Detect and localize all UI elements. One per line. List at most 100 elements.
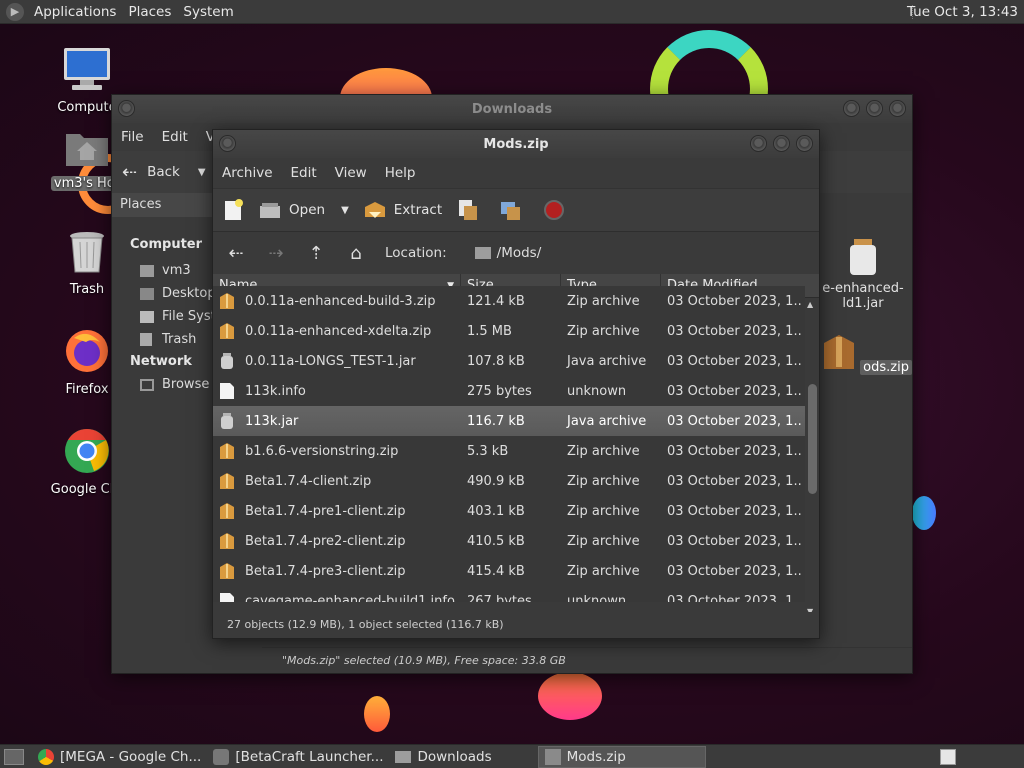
menu-applications[interactable]: Applications (28, 4, 122, 20)
top-panel: ▶ Applications Places System Tue Oct 3, … (0, 0, 1024, 24)
close-button[interactable] (889, 100, 906, 117)
menu-edit[interactable]: Edit (153, 129, 197, 145)
scroll-up-arrow-icon[interactable]: ▲ (807, 300, 813, 309)
open-dropdown-icon[interactable]: ▼ (341, 205, 349, 216)
file-date-cell: 03 October 2023, 1... (667, 323, 801, 339)
menu-help[interactable]: Help (376, 165, 425, 181)
firefox-icon (66, 330, 108, 372)
window-menu-icon[interactable] (219, 135, 236, 152)
vertical-scrollbar[interactable]: ▲ ▼ (805, 300, 819, 616)
file-size-cell: 116.7 kB (467, 413, 525, 429)
task-label: [BetaCraft Launcher... (235, 748, 384, 765)
file-type-cell: Zip archive (567, 503, 640, 519)
forward-arrow-icon[interactable]: ⇢ (259, 238, 293, 268)
file-date-cell: 03 October 2023, 1... (667, 443, 801, 459)
file-row[interactable]: 0.0.11a-enhanced-xdelta.zip 1.5 MB Zip arc… (213, 316, 805, 346)
task-label: Mods.zip (566, 748, 626, 765)
file-size-cell: 107.8 kB (467, 353, 525, 369)
file-row[interactable]: 0.0.11a-LONGS_TEST-1.jar 107.8 kB Java arc… (213, 346, 805, 376)
add-files-button[interactable] (456, 198, 487, 222)
archive-window[interactable]: Mods.zip Archive Edit View Help Open ▼ E… (212, 129, 820, 639)
menu-system[interactable]: System (177, 4, 239, 20)
location-path[interactable]: /Mods/ (497, 245, 542, 261)
window-menu-icon[interactable] (118, 100, 135, 117)
maximize-button[interactable] (866, 100, 883, 117)
archive-titlebar[interactable]: Mods.zip (213, 130, 819, 158)
file-row[interactable]: 113k.info 275 bytes unknown 03 October 2023… (213, 376, 805, 406)
task-label: Downloads (417, 748, 492, 765)
downloads-statusbar: "Mods.zip" selected (10.9 MB), Free spac… (262, 647, 912, 673)
task-chrome[interactable]: [MEGA - Google Ch... (32, 746, 207, 768)
archive-toolbar: Open ▼ Extract (213, 188, 819, 232)
menu-file[interactable]: File (112, 129, 153, 145)
maximize-button[interactable] (773, 135, 790, 152)
task-label: [MEGA - Google Ch... (60, 748, 202, 765)
file-name: Beta1.7.4-pre2-client.zip (245, 533, 406, 549)
chrome-icon (38, 748, 54, 765)
show-desktop-icon[interactable] (4, 748, 24, 765)
task-downloads[interactable]: Downloads (389, 746, 497, 768)
menu-edit[interactable]: Edit (282, 165, 326, 181)
file-row[interactable]: 0.0.11a-enhanced-build-3.zip 121.4 kB Zip … (213, 286, 805, 316)
stop-icon (544, 200, 565, 220)
sidebar-item-label: vm3 (162, 263, 191, 278)
add-folder-icon (501, 202, 521, 220)
desktop-icon (140, 287, 154, 300)
open-button[interactable]: Open ▼ (258, 198, 349, 222)
wallpaper-orange-dot (364, 696, 390, 732)
file-item-jar[interactable]: e-enhanced- ld1.jar (808, 237, 918, 311)
extract-button[interactable]: Extract (363, 198, 442, 222)
task-betacraft[interactable]: [BetaCraft Launcher... (207, 746, 389, 768)
downloads-title: Downloads (471, 101, 553, 117)
stop-button[interactable] (542, 198, 573, 222)
file-name-cell: 0.0.11a-enhanced-build-3.zip (213, 292, 461, 310)
back-button[interactable]: ⇠ Back ▼ (122, 162, 206, 183)
minimize-button[interactable] (750, 135, 767, 152)
file-row[interactable]: Beta1.7.4-pre1-client.zip 403.1 kB Zip arc… (213, 496, 805, 526)
file-name: cavegame-enhanced-build1.info (245, 593, 455, 603)
file-type-cell: Zip archive (567, 473, 640, 489)
downloads-titlebar[interactable]: Downloads (112, 95, 912, 123)
menu-archive[interactable]: Archive (213, 165, 282, 181)
menu-places[interactable]: Places (122, 4, 177, 20)
close-button[interactable] (796, 135, 813, 152)
trash-small-icon (140, 333, 152, 346)
file-row[interactable]: 113k.jar 116.7 kB Java archive 03 October 2… (213, 406, 805, 436)
location-bar: ⇠ ⇢ ⇡ ⌂ Location: /Mods/ (213, 232, 819, 274)
home-icon[interactable]: ⌂ (339, 238, 373, 268)
minimize-button[interactable] (843, 100, 860, 117)
file-date-cell: 03 October 2023, 1... (667, 293, 801, 309)
task-mods-zip[interactable]: Mods.zip (537, 745, 706, 768)
menu-logo-icon[interactable]: ▶ (6, 2, 24, 21)
back-dropdown-icon[interactable]: ▼ (198, 167, 206, 178)
file-date-cell: 03 October 2023, 1... (667, 593, 801, 603)
file-name: 0.0.11a-enhanced-build-3.zip (245, 293, 436, 309)
file-size-cell: 415.4 kB (467, 563, 525, 579)
sidebar-item-label: Trash (162, 332, 197, 347)
home-folder-icon (66, 134, 108, 166)
back-arrow-icon[interactable]: ⇠ (219, 238, 253, 268)
archive-title: Mods.zip (483, 136, 549, 152)
file-date-cell: 03 October 2023, 1... (667, 353, 801, 369)
archive-status-text: 27 objects (12.9 MB), 1 object selected … (227, 618, 504, 631)
file-row[interactable]: cavegame-enhanced-build1.info 267 bytes un… (213, 586, 805, 602)
menu-view[interactable]: View (326, 165, 376, 181)
file-row[interactable]: Beta1.7.4-client.zip 490.9 kB Zip archive 0… (213, 466, 805, 496)
file-row[interactable]: Beta1.7.4-pre2-client.zip 410.5 kB Zip arc… (213, 526, 805, 556)
up-arrow-icon[interactable]: ⇡ (299, 238, 333, 268)
add-folder-button[interactable] (499, 198, 530, 222)
archive-menubar: Archive Edit View Help (213, 158, 819, 188)
file-icon (220, 383, 234, 399)
file-row[interactable]: Beta1.7.4-pre3-client.zip 415.4 kB Zip arc… (213, 556, 805, 586)
folder-icon (395, 750, 412, 763)
file-item-label: e-enhanced- ld1.jar (822, 281, 904, 311)
file-item-zip[interactable]: ods.zip (812, 333, 922, 375)
add-files-icon (459, 200, 478, 220)
new-archive-button[interactable] (221, 198, 252, 222)
workspace-switcher[interactable] (940, 749, 956, 765)
scrollbar-thumb[interactable] (808, 384, 817, 494)
network-icon (140, 378, 154, 391)
file-type-cell: unknown (567, 383, 627, 399)
panel-clock[interactable]: Tue Oct 3, 13:43 (907, 4, 1018, 20)
file-row[interactable]: b1.6.6-versionstring.zip 5.3 kB Zip archiv… (213, 436, 805, 466)
